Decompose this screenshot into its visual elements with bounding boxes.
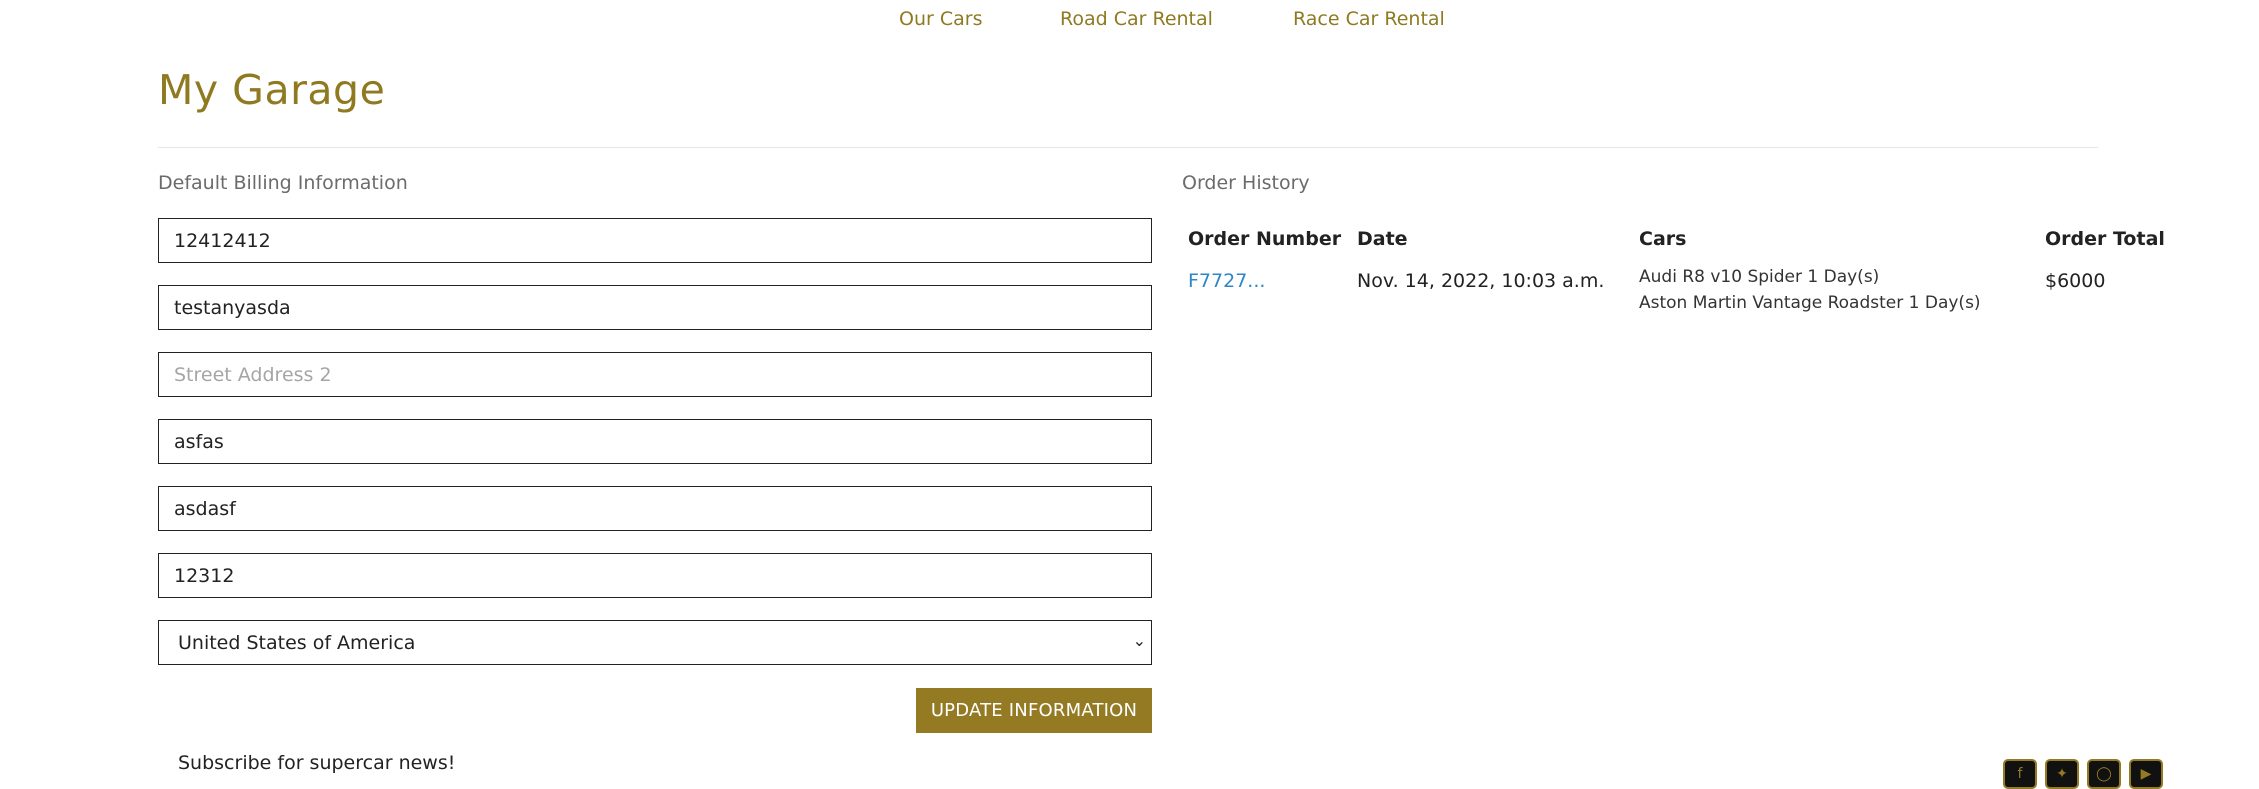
nav-link-our-cars[interactable]: Our Cars [899,8,982,30]
youtube-icon[interactable]: ▶ [2129,759,2163,789]
order-total: $6000 [2045,270,2106,292]
billing-field-2[interactable] [158,285,1152,330]
main-nav: Our Cars Road Car Rental Race Car Rental [0,8,2259,38]
order-number-link[interactable]: F7727... [1188,270,1265,292]
column-header-date: Date [1357,228,1408,250]
column-header-order-total: Order Total [2045,228,2165,250]
facebook-icon[interactable]: f [2003,759,2037,789]
order-car-item: Aston Martin Vantage Roadster 1 Day(s) [1639,293,1981,313]
divider [158,147,2098,148]
update-information-button[interactable]: UPDATE INFORMATION [916,688,1152,733]
order-car-item: Audi R8 v10 Spider 1 Day(s) [1639,267,1880,287]
order-history-heading: Order History [1182,172,1310,194]
country-select-value: United States of America [178,632,416,654]
billing-field-5[interactable] [158,486,1152,531]
billing-field-6[interactable] [158,553,1152,598]
nav-link-race-car-rental[interactable]: Race Car Rental [1293,8,1445,30]
column-header-cars: Cars [1639,228,1687,250]
nav-link-road-car-rental[interactable]: Road Car Rental [1060,8,1213,30]
twitter-icon[interactable]: ✦ [2045,759,2079,789]
instagram-icon[interactable]: ◯ [2087,759,2121,789]
country-select[interactable]: United States of America ⌄ [158,620,1152,665]
page-title: My Garage [158,66,386,114]
order-date: Nov. 14, 2022, 10:03 a.m. [1357,270,1605,292]
billing-heading: Default Billing Information [158,172,408,194]
column-header-order-number: Order Number [1188,228,1342,250]
street-address-2-input[interactable] [158,352,1152,397]
billing-field-4[interactable] [158,419,1152,464]
chevron-down-icon: ⌄ [1132,631,1146,650]
billing-field-1[interactable] [158,218,1152,263]
